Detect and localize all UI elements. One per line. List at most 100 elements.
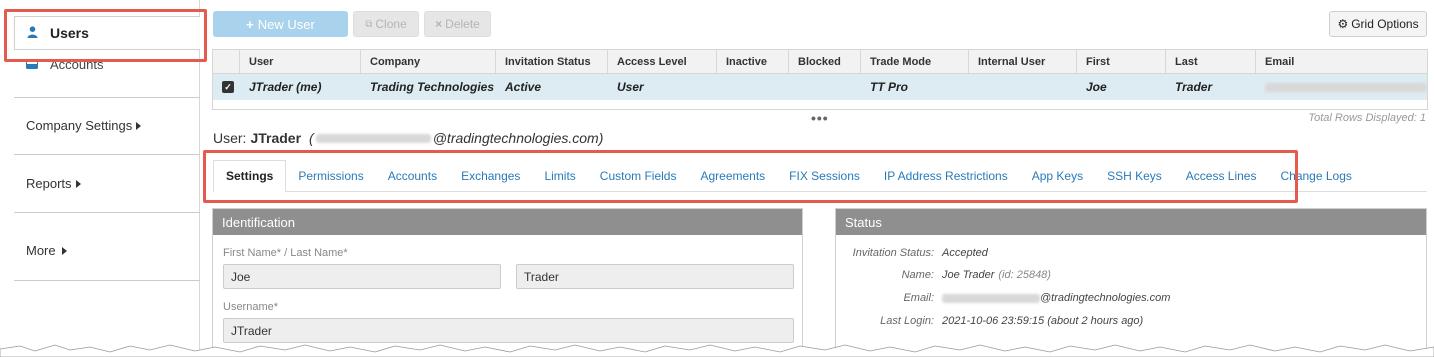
status-name-id: (id: 25848)	[998, 269, 1051, 281]
caret-right-icon	[75, 179, 81, 188]
tab-ssh-keys[interactable]: SSH Keys	[1095, 160, 1174, 192]
sidebar: Users Accounts Company Settings Reports …	[0, 0, 200, 357]
status-key: Invitation Status:	[852, 247, 934, 259]
cell-internal-user	[969, 74, 1077, 100]
row-checkbox[interactable]: ✓	[213, 74, 240, 100]
close-icon: ×	[435, 17, 443, 31]
torn-edge	[0, 344, 1434, 357]
tab-exchanges[interactable]: Exchanges	[449, 160, 532, 192]
sidebar-item-label: Reports	[26, 176, 72, 191]
status-row-last-login: Last Login: 2021-10-06 23:59:15 (about 2…	[836, 315, 1143, 327]
status-panel: Status Invitation Status: Accepted Name:…	[835, 208, 1427, 357]
sidebar-item-accounts[interactable]: Accounts	[26, 57, 103, 72]
caret-right-icon	[136, 121, 142, 130]
email-paren: (	[309, 130, 314, 146]
divider	[14, 97, 200, 98]
identification-panel: Identification First Name* / Last Name* …	[212, 208, 803, 357]
cell-first: Joe	[1086, 80, 1107, 94]
user-detail-tabs: Settings Permissions Accounts Exchanges …	[213, 159, 1427, 193]
cell-user: JTrader (me)	[249, 80, 322, 94]
user-prefix: User:	[213, 130, 247, 146]
sidebar-item-company-settings[interactable]: Company Settings	[26, 118, 142, 133]
tab-permissions[interactable]: Permissions	[286, 160, 375, 192]
panel-title: Identification	[213, 209, 802, 235]
redacted-email	[942, 293, 1040, 303]
status-row-name: Name: Joe Trader (id: 25848)	[836, 269, 1051, 281]
gear-icon: ⚙	[1337, 17, 1349, 31]
sidebar-item-users[interactable]: Users	[14, 16, 200, 50]
grid-header-row: User Company Invitation Status Access Le…	[213, 50, 1427, 74]
grid-options-button[interactable]: ⚙ Grid Options	[1329, 11, 1427, 37]
status-name-value: Joe Trader	[942, 269, 995, 281]
clone-button[interactable]: ⧉ Clone	[353, 11, 419, 37]
tab-change-logs[interactable]: Change Logs	[1268, 160, 1363, 192]
username-label: Username*	[223, 301, 279, 313]
redacted-email	[1265, 82, 1427, 92]
status-value: 2021-10-06 23:59:15 (about 2 hours ago)	[942, 315, 1144, 327]
sidebar-item-more[interactable]: More	[26, 243, 67, 258]
copy-icon: ⧉	[365, 18, 373, 30]
tab-custom-fields[interactable]: Custom Fields	[588, 160, 689, 192]
tab-fix-sessions[interactable]: FIX Sessions	[777, 160, 872, 192]
cell-company: Trading Technologies	[370, 80, 495, 94]
cell-access-level: User	[617, 80, 644, 94]
cell-invitation-status: Active	[505, 80, 542, 94]
delete-button[interactable]: × Delete	[424, 11, 491, 37]
resize-handle[interactable]: •••	[811, 110, 829, 126]
status-row-invitation: Invitation Status: Accepted	[836, 247, 988, 259]
status-value: @tradingtechnologies.com	[942, 292, 1170, 304]
column-header[interactable]: Email	[1256, 50, 1427, 73]
user-header: User: JTrader ( @tradingtechnologies.com…	[213, 130, 603, 146]
status-key: Last Login:	[880, 315, 934, 327]
tab-app-keys[interactable]: App Keys	[1020, 160, 1095, 192]
tab-ip-address-restrictions[interactable]: IP Address Restrictions	[872, 160, 1020, 192]
cell-trade-mode: TT Pro	[870, 80, 908, 94]
cell-last: Trader	[1175, 80, 1213, 94]
column-header[interactable]: Invitation Status	[496, 50, 608, 73]
column-header[interactable]: Blocked	[789, 50, 861, 73]
divider	[14, 154, 200, 155]
divider	[14, 212, 200, 213]
first-name-field[interactable]: Joe	[223, 264, 501, 289]
total-rows-label: Total Rows Displayed: 1	[1308, 112, 1426, 124]
sidebar-item-label: Accounts	[50, 57, 104, 72]
status-row-email: Email: @tradingtechnologies.com	[836, 292, 1170, 304]
cell-email	[1256, 74, 1427, 100]
name-label: First Name* / Last Name*	[223, 247, 348, 259]
column-header[interactable]: Access Level	[608, 50, 717, 73]
new-user-label: New User	[257, 16, 315, 32]
sidebar-item-label: Company Settings	[26, 118, 133, 133]
column-header[interactable]: First	[1077, 50, 1166, 73]
column-header[interactable]: User	[240, 50, 361, 73]
sidebar-item-label: Users	[50, 25, 89, 41]
users-grid: User Company Invitation Status Access Le…	[212, 49, 1428, 110]
column-header[interactable]: Inactive	[717, 50, 789, 73]
sidebar-item-reports[interactable]: Reports	[26, 176, 81, 191]
column-header[interactable]: Company	[361, 50, 496, 73]
column-header[interactable]: Internal User	[969, 50, 1077, 73]
tab-limits[interactable]: Limits	[532, 160, 587, 192]
last-name-field[interactable]: Trader	[516, 264, 794, 289]
table-row[interactable]: ✓ JTrader (me) Trading Technologies Acti…	[213, 74, 1427, 100]
username-field[interactable]: JTrader	[223, 318, 794, 343]
tab-accounts[interactable]: Accounts	[376, 160, 449, 192]
tab-access-lines[interactable]: Access Lines	[1174, 160, 1269, 192]
cell-inactive	[717, 74, 789, 100]
column-header[interactable]: Trade Mode	[861, 50, 969, 73]
sidebar-item-label: More	[26, 243, 56, 258]
user-username: JTrader	[250, 130, 302, 146]
delete-label: Delete	[445, 17, 480, 31]
new-user-button[interactable]: + New User	[213, 11, 348, 37]
redacted-email	[315, 133, 431, 143]
select-column-header[interactable]	[213, 50, 240, 73]
status-email-domain: @tradingtechnologies.com	[1040, 292, 1171, 304]
email-domain: @tradingtechnologies.com)	[432, 130, 604, 146]
accounts-icon	[26, 57, 38, 72]
clone-label: Clone	[375, 17, 407, 31]
column-header[interactable]: Last	[1166, 50, 1256, 73]
tab-settings[interactable]: Settings	[213, 159, 287, 193]
tab-agreements[interactable]: Agreements	[688, 160, 777, 192]
panel-title: Status	[836, 209, 1426, 235]
status-value: Joe Trader (id: 25848)	[942, 269, 1051, 281]
caret-right-icon	[61, 246, 67, 255]
